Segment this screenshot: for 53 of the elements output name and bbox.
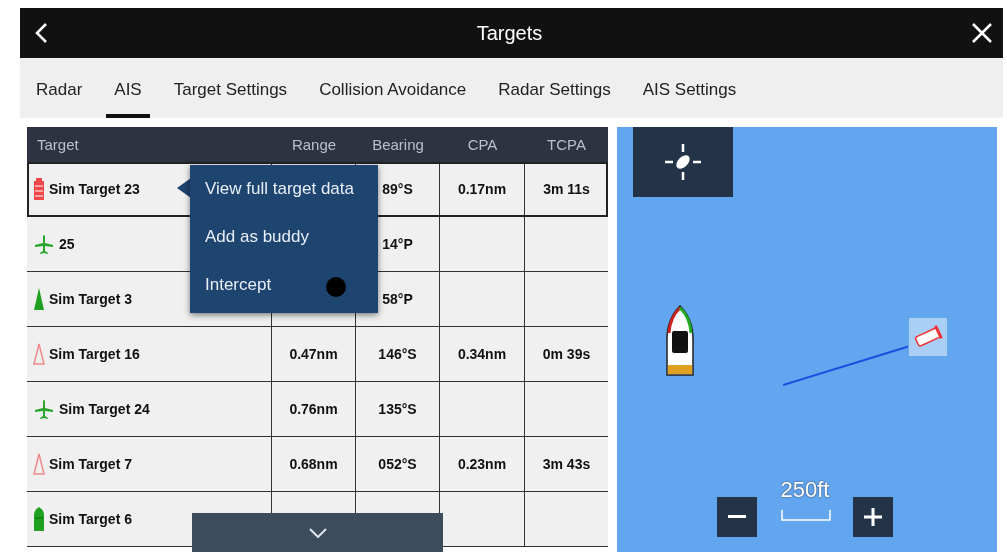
table-row[interactable]: Sim Target 16 0.47nm 146°S 0.34nm 0m 39s <box>27 327 608 382</box>
table-cell: 052°S <box>378 456 417 472</box>
tab[interactable]: Radar Settings <box>490 58 619 118</box>
scale-bar <box>781 510 831 521</box>
tab[interactable]: Radar <box>28 58 91 118</box>
back-icon[interactable] <box>34 22 48 44</box>
target-marker-icon <box>908 317 948 357</box>
table-cell: 3m 43s <box>542 456 591 472</box>
table-cell: 146°S <box>378 346 417 362</box>
table-row[interactable]: Sim Target 7 0.68nm 052°S 0.23nm 3m 43s <box>27 437 608 492</box>
target-name: Sim Target 23 <box>49 181 140 197</box>
own-boat-icon <box>665 305 695 378</box>
column-header[interactable]: CPA <box>440 127 525 162</box>
target-name: Sim Target 16 <box>49 346 140 362</box>
target-name: Sim Target 3 <box>49 291 132 307</box>
table-cell: 0.47nm <box>289 346 338 362</box>
locate-button[interactable] <box>633 127 733 197</box>
table-cell: 14°P <box>382 236 413 252</box>
target-name: Sim Target 6 <box>49 511 132 527</box>
window-title: Targets <box>476 21 543 45</box>
column-header[interactable]: Target <box>27 127 272 162</box>
tab[interactable]: AIS Settings <box>634 58 745 118</box>
table-cell: 0.68nm <box>289 456 338 472</box>
table-cell: 135°S <box>378 401 417 417</box>
crosshair-icon <box>663 142 703 182</box>
plus-icon <box>864 508 882 526</box>
touch-point-icon <box>326 277 346 297</box>
target-name: 25 <box>59 236 75 252</box>
table-cell: 0.23nm <box>457 456 507 472</box>
column-header[interactable]: Range <box>272 127 356 162</box>
table-cell: 0.17nm <box>457 181 507 197</box>
menu-item[interactable]: Intercept <box>190 261 378 309</box>
target-name: Sim Target 7 <box>49 456 132 472</box>
tab[interactable]: Collision Avoidance <box>311 58 475 118</box>
close-icon[interactable] <box>971 22 993 44</box>
chevron-down-icon <box>308 528 327 538</box>
zoom-in-button[interactable] <box>853 497 893 537</box>
table-cell: 58°P <box>382 291 413 307</box>
table-cell: 0.76nm <box>289 401 338 417</box>
table-cell: 0.34nm <box>457 346 507 362</box>
table-cell: 89°S <box>382 181 413 197</box>
table-cell: 0m 39s <box>542 346 591 362</box>
column-header[interactable]: Bearing <box>356 127 440 162</box>
menu-item[interactable]: Add as buddy <box>190 213 378 261</box>
minus-icon <box>728 515 746 519</box>
menu-item[interactable]: View full target data <box>190 165 378 213</box>
zoom-out-button[interactable] <box>717 497 757 537</box>
column-header[interactable]: TCPA <box>525 127 608 162</box>
table-row[interactable]: Sim Target 24 0.76nm 135°S <box>27 382 608 437</box>
tab[interactable]: Target Settings <box>165 58 296 118</box>
table-cell: 3m 11s <box>543 181 590 197</box>
target-name: Sim Target 24 <box>59 401 150 417</box>
scale-label: 250ft <box>779 477 831 503</box>
